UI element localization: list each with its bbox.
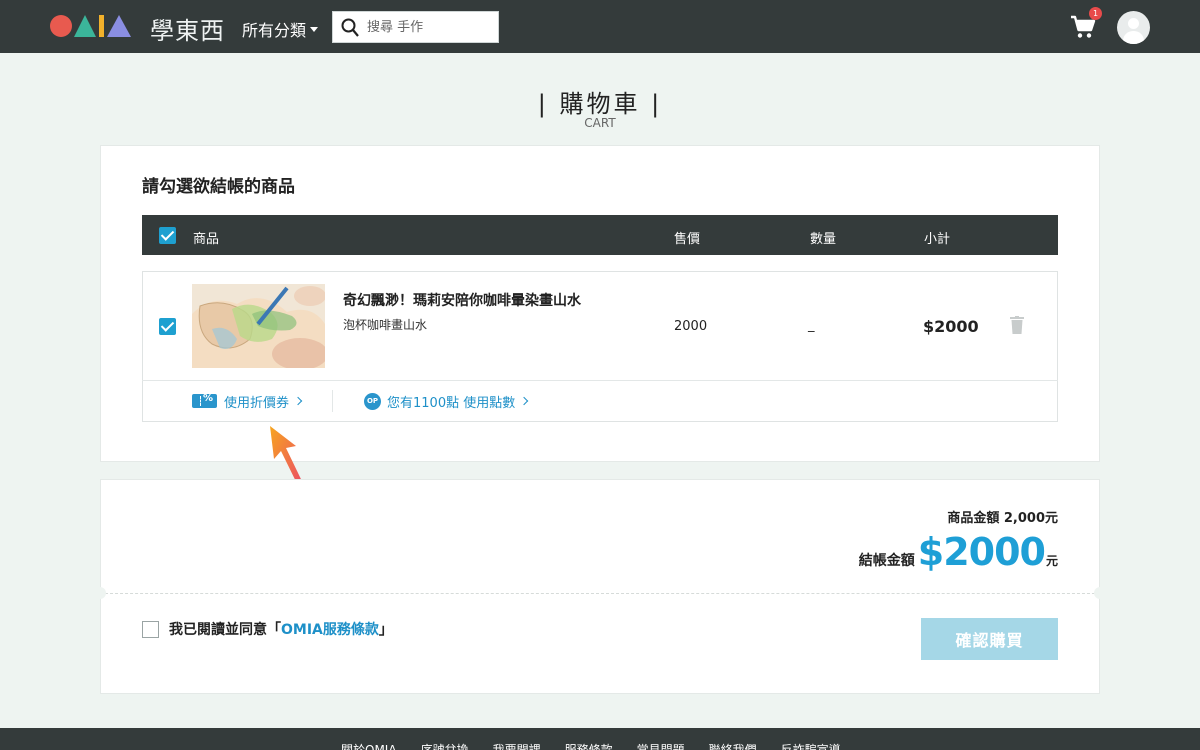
table-header: 商品 售價 數量 小計 [142,215,1058,255]
trash-icon[interactable] [1010,316,1024,334]
logo-a-shape [107,15,131,37]
product-quantity: _ [808,318,815,333]
product-image [192,284,325,368]
terms-link[interactable]: OMIA服務條款 [281,619,379,639]
page-subtitle: CART [584,116,616,130]
checkout-total: 結帳金額 $2000 元 [859,530,1058,574]
product-option: 泡杯咖啡畫山水 [343,318,428,332]
caret-down-icon [310,27,319,32]
category-dropdown[interactable]: 所有分類 [242,17,319,41]
use-points-link[interactable]: OP 您有1100點 使用點數 [364,392,529,411]
terms-checkbox[interactable] [142,620,159,638]
avatar-head-shape [1128,18,1139,29]
footer-link-faq[interactable]: 常見問題 [637,741,685,750]
omia-logo[interactable] [50,14,131,38]
search-icon[interactable] [341,18,359,38]
product-thumbnail[interactable] [192,284,325,368]
logo-o-shape [50,15,72,37]
vertical-divider [332,390,333,412]
section-title: 請勾選欲結帳的商品 [142,177,295,197]
product-name[interactable]: 奇幻飄渺！瑪莉安陪你咖啡暈染畫山水 [343,290,581,310]
column-header-price: 售價 [674,232,701,247]
search-box[interactable] [332,11,499,43]
use-coupon-link[interactable]: 使用折價券 [192,392,303,411]
points-label: 您有1100點 使用點數 [387,395,516,411]
footer-link-terms[interactable]: 服務條款 [565,741,613,750]
page-title: | 購物車 | [537,90,663,118]
column-header-product: 商品 [193,232,220,247]
product-total: 商品金額 2,000元 [947,511,1058,526]
item-checkbox[interactable] [159,318,176,335]
product-price: 2000 [674,319,708,334]
user-avatar[interactable] [1117,11,1150,44]
logo-m-shape [74,15,96,37]
checkout-unit: 元 [1045,554,1058,568]
brand-name[interactable]: 學東西 [150,11,225,46]
footer-link-antifraud[interactable]: 反詐騙宣導 [781,741,841,750]
agree-prefix: 我已閱讀並同意「 [169,622,281,638]
footer-link-about[interactable]: 關於OMIA [341,741,397,750]
checkout-label: 結帳金額 [858,553,915,569]
coupon-icon [192,393,217,408]
footer-links: 關於OMIA 序號兌換 我要開課 服務條款 常見問題 聯絡我們 反詐騙宣導 [341,741,865,750]
agree-suffix: 」 [378,622,393,638]
footer-link-teach[interactable]: 我要開課 [493,741,541,750]
search-input[interactable] [367,17,492,37]
ticket-notch-left [94,587,106,599]
confirm-purchase-button[interactable]: 確認購買 [921,618,1058,660]
category-label: 所有分類 [242,21,307,40]
footer: 關於OMIA 序號兌換 我要開課 服務條款 常見問題 聯絡我們 反詐騙宣導 [0,728,1200,750]
chevron-right-icon [519,396,529,406]
column-header-quantity: 數量 [810,232,837,247]
row-divider [142,380,1058,381]
dashed-divider [100,593,1100,594]
chevron-right-icon [293,396,303,406]
terms-agreement: 我已閱讀並同意「 OMIA服務條款」 [142,619,393,639]
footer-link-contact[interactable]: 聯絡我們 [709,741,757,750]
avatar-body-shape [1123,31,1144,44]
product-subtotal: $2000 [923,317,979,336]
checkout-amount: $2000 [917,530,1046,574]
column-header-subtotal: 小計 [924,232,951,247]
footer-link-redeem[interactable]: 序號兌換 [421,741,469,750]
cart-count-badge: 1 [1089,7,1102,20]
logo-i-shape [99,15,104,37]
ticket-notch-right [1094,587,1106,599]
coupon-label: 使用折價券 [224,395,290,411]
points-icon: OP [364,392,381,410]
select-all-checkbox[interactable] [159,227,176,244]
